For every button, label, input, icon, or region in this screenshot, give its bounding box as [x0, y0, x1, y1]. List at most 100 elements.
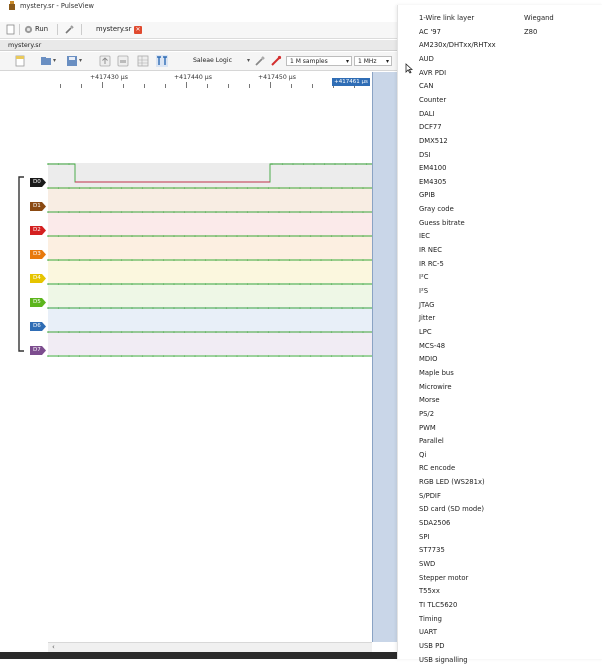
sample-dot — [225, 331, 228, 333]
document-tab[interactable]: mystery.sr — [8, 41, 41, 49]
menu-item[interactable]: UART — [419, 628, 437, 637]
run-button[interactable]: Run — [35, 25, 48, 33]
sample-dot — [351, 307, 354, 309]
menu-item[interactable]: MCS-48 — [419, 342, 445, 351]
sample-dot — [57, 355, 60, 357]
sample-dot — [120, 211, 123, 213]
menu-item[interactable]: ST7735 — [419, 546, 445, 555]
sample-dot — [162, 355, 165, 357]
device-selector[interactable]: Saleae Logic — [193, 57, 232, 64]
sample-dot — [257, 259, 259, 261]
menu-item[interactable]: IR NEC — [419, 246, 442, 255]
sample-dot — [99, 187, 102, 189]
menu-item[interactable]: Guess bitrate — [419, 219, 465, 228]
menu-item[interactable]: JTAG — [419, 301, 434, 310]
menu-item[interactable]: AM230x/DHTxx/RHTxx — [419, 41, 496, 50]
menu-item[interactable]: CAN — [419, 82, 433, 91]
menu-item[interactable]: IR RC-5 — [419, 260, 444, 269]
open-file-icon[interactable] — [40, 55, 52, 67]
new-session-icon[interactable] — [6, 24, 15, 35]
menu-item[interactable]: RGB LED (WS281x) — [419, 478, 485, 487]
menu-item-col2[interactable]: Z80 — [524, 28, 537, 37]
menu-item[interactable]: DSI — [419, 151, 431, 160]
menu-item[interactable]: SPI — [419, 533, 429, 542]
menu-item[interactable]: USB signalling — [419, 656, 468, 665]
menu-item[interactable]: I²S — [419, 287, 428, 296]
sample-dot — [299, 307, 301, 309]
tools-icon[interactable] — [64, 24, 75, 35]
menu-item[interactable]: Microwire — [419, 383, 452, 392]
export-icon[interactable] — [99, 55, 111, 67]
menu-item[interactable]: AUD — [419, 55, 434, 64]
sample-dot — [183, 355, 186, 357]
sample-dot — [194, 307, 196, 309]
menu-item[interactable]: EM4100 — [419, 164, 446, 173]
horizontal-scrollbar[interactable]: ‹ — [48, 642, 372, 652]
menu-item[interactable]: Morse — [419, 396, 440, 405]
menu-item[interactable]: Jitter — [419, 314, 435, 323]
sample-dot — [78, 307, 81, 309]
sample-dot — [47, 163, 49, 165]
menu-item[interactable]: RC encode — [419, 464, 455, 473]
sample-dot — [362, 259, 364, 261]
mouse-pointer-icon — [405, 63, 413, 74]
menu-item[interactable]: Gray code — [419, 205, 454, 214]
table-icon[interactable] — [137, 55, 149, 67]
menu-item[interactable]: Counter — [419, 96, 446, 105]
menu-item[interactable]: TI TLC5620 — [419, 601, 457, 610]
sample-count-combo[interactable]: 1 M samples ▾ — [286, 56, 352, 66]
menu-item[interactable]: USB PD — [419, 642, 444, 651]
save-file-icon[interactable] — [66, 55, 78, 67]
session-tab-label[interactable]: mystery.sr — [96, 25, 131, 33]
sample-dot — [131, 235, 133, 237]
menu-item[interactable]: IEC — [419, 232, 430, 241]
save-file-dropdown-icon[interactable]: ▾ — [79, 57, 82, 64]
sample-dot — [278, 235, 280, 237]
menu-item[interactable]: DALI — [419, 110, 435, 119]
open-file-dropdown-icon[interactable]: ▾ — [53, 57, 56, 64]
sample-dot — [281, 163, 284, 165]
menu-item[interactable]: Stepper motor — [419, 574, 468, 583]
new-file-icon[interactable] — [14, 55, 26, 67]
ruler-tick — [291, 84, 292, 88]
menu-item[interactable]: Parallel — [419, 437, 444, 446]
menu-item[interactable]: SWD — [419, 560, 435, 569]
sample-dot — [330, 259, 333, 261]
import-icon[interactable] — [117, 55, 129, 67]
menu-item[interactable]: LPC — [419, 328, 432, 337]
menu-item[interactable]: PS/2 — [419, 410, 434, 419]
configure-device-icon[interactable] — [254, 55, 266, 67]
run-icon[interactable] — [24, 24, 33, 35]
menu-item[interactable]: AVR PDI — [419, 69, 446, 78]
menu-item[interactable]: S/PDIF — [419, 492, 441, 501]
menu-item[interactable]: AC '97 — [419, 28, 441, 37]
menu-item[interactable]: SD card (SD mode) — [419, 505, 484, 514]
menu-item[interactable]: I²C — [419, 273, 428, 282]
menu-item[interactable]: MDIO — [419, 355, 437, 364]
close-tab-icon[interactable]: ✕ — [134, 26, 142, 34]
probe-icon[interactable] — [270, 55, 282, 67]
menu-item[interactable]: 1-Wire link layer — [419, 14, 474, 23]
menu-item[interactable]: T55xx — [419, 587, 440, 596]
sample-rate-combo[interactable]: 1 MHz ▾ — [354, 56, 392, 66]
menu-item[interactable]: PWM — [419, 424, 436, 433]
menu-item[interactable]: DCF77 — [419, 123, 442, 132]
menu-item[interactable]: Maple bus — [419, 369, 454, 378]
trace-view[interactable]: D0 D1 D2 D3 D4 D5 D6 D7 — [0, 90, 400, 640]
menu-item[interactable]: Qi — [419, 451, 426, 460]
menu-item-col2[interactable]: Wiegand — [524, 14, 554, 23]
menu-item[interactable]: SDA2506 — [419, 519, 450, 528]
sample-dot — [362, 355, 364, 357]
menu-item[interactable]: EM4305 — [419, 178, 446, 187]
menu-item[interactable]: DMX512 — [419, 137, 448, 146]
sample-dot — [141, 187, 144, 189]
sample-dot — [323, 163, 326, 165]
menu-item[interactable]: Timing — [419, 615, 442, 624]
menu-item[interactable]: GPIB — [419, 191, 435, 200]
scroll-left-icon[interactable]: ‹ — [52, 643, 55, 651]
sample-dot — [57, 283, 60, 285]
cursor-time-marker[interactable]: +417461 µs — [332, 78, 370, 86]
sample-dot — [68, 187, 70, 189]
device-dropdown-icon[interactable]: ▾ — [247, 57, 250, 64]
cursor-pair-icon[interactable] — [156, 55, 168, 67]
